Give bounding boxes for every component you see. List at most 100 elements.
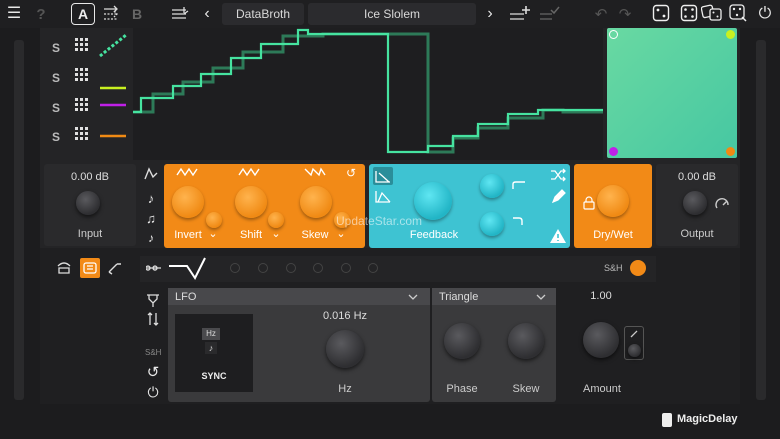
invert-knob[interactable]: [172, 186, 204, 218]
mod-source-envelope-icon[interactable]: [56, 260, 72, 276]
preset-a-button[interactable]: A: [71, 3, 95, 25]
feedback-label: Feedback: [409, 229, 459, 241]
input-knob[interactable]: [76, 191, 100, 215]
invert-label: Invert: [174, 229, 202, 241]
prev-preset-button[interactable]: ‹: [201, 6, 213, 22]
phase-knob[interactable]: [444, 323, 480, 359]
mod-slot-6[interactable]: [341, 263, 351, 273]
preset-options-icon[interactable]: [170, 5, 192, 23]
mod-slot-1-shape[interactable]: [168, 257, 222, 281]
lfo-rate-knob[interactable]: [326, 330, 364, 368]
note-mode-badge[interactable]: ♪: [205, 342, 217, 354]
shift-dropdown[interactable]: ⌄: [270, 227, 282, 240]
xy-pad[interactable]: [607, 28, 737, 158]
lane-grid-icons[interactable]: [74, 37, 90, 155]
redo-icon[interactable]: ↷: [618, 6, 632, 22]
lane-solo-1[interactable]: S: [52, 41, 60, 55]
drywet-label: Dry/Wet: [593, 229, 633, 241]
mod-target-icon[interactable]: [145, 292, 161, 308]
drywet-knob[interactable]: [597, 185, 629, 217]
warning-icon[interactable]: [549, 228, 567, 244]
dice-icon[interactable]: [680, 4, 698, 22]
lfo-source-label: LFO: [175, 290, 197, 303]
menu-icon[interactable]: ☰: [6, 6, 22, 22]
invert-mod-knob[interactable]: [206, 212, 222, 228]
lock-icon[interactable]: [582, 196, 596, 210]
lfo-skew-knob[interactable]: [508, 323, 544, 359]
mod-reset-icon[interactable]: ↺: [145, 364, 161, 380]
xy-corner-bottom-left[interactable]: [609, 147, 618, 156]
mod-direction-icon[interactable]: [146, 311, 160, 327]
lowcut-knob[interactable]: [480, 212, 504, 236]
delay-taps-graph[interactable]: [133, 28, 603, 160]
pen-icon[interactable]: [550, 189, 566, 205]
lfo-rate-value: 0.016 Hz: [322, 310, 368, 322]
shuffle-icon[interactable]: [550, 167, 566, 183]
xy-corner-bottom-right[interactable]: [726, 147, 735, 156]
mod-slot-3[interactable]: [258, 263, 268, 273]
filter-highpass-button[interactable]: [373, 187, 393, 205]
amount-polarity-switch[interactable]: [624, 326, 644, 360]
mod-slot-4[interactable]: [286, 263, 296, 273]
lane-solo-2[interactable]: S: [52, 71, 60, 85]
preset-bank[interactable]: DataBroth: [222, 3, 304, 25]
envelope-icon[interactable]: [143, 166, 159, 182]
wave-shift-icon: [238, 167, 260, 177]
lfo-shape-label: Triangle: [439, 290, 479, 303]
power-icon[interactable]: ⏻: [757, 5, 773, 23]
shift-mod-knob[interactable]: [268, 212, 284, 228]
lfo-source-dropdown[interactable]: LFO: [168, 288, 430, 305]
shift-label: Shift: [239, 229, 262, 241]
brand-logo: [662, 413, 672, 427]
reset-shape-icon[interactable]: ↺: [345, 167, 357, 179]
mod-slot-2[interactable]: [230, 263, 240, 273]
highcut-knob[interactable]: [480, 174, 504, 198]
mod-slot-5[interactable]: [313, 263, 323, 273]
lowcut-curve-icon: [513, 217, 523, 225]
preset-name[interactable]: Ice Slolem: [308, 3, 476, 25]
lane-solo-3[interactable]: S: [52, 101, 60, 115]
next-preset-button[interactable]: ›: [484, 6, 496, 22]
undo-icon[interactable]: ↶: [594, 6, 608, 22]
preset-b-button[interactable]: B: [132, 6, 142, 22]
copy-ab-icon[interactable]: [102, 5, 124, 23]
shape-dropdown-chevron-icon: [536, 294, 546, 300]
amount-polarity-knob[interactable]: [628, 344, 641, 357]
dice-pair-icon[interactable]: [701, 3, 723, 23]
mod-power-icon[interactable]: ⏻: [145, 384, 161, 400]
output-knob[interactable]: [683, 191, 707, 215]
highcut-curve-icon: [512, 181, 525, 189]
xy-corner-top-right[interactable]: [726, 30, 735, 39]
input-value: 0.00 dB: [71, 171, 109, 183]
mod-source-lfo-button[interactable]: [80, 258, 100, 278]
mod-route-icon[interactable]: [146, 262, 162, 274]
mod-source-pitch-icon[interactable]: [106, 260, 124, 276]
input-label: Input: [77, 228, 103, 240]
hz-mode-badge[interactable]: Hz: [202, 328, 220, 340]
help-icon[interactable]: ?: [34, 6, 48, 22]
filter-lowpass-button[interactable]: [373, 167, 393, 185]
note-slur-icon[interactable]: ♪: [143, 231, 159, 245]
lane-list: S S S S: [48, 34, 132, 156]
amount-knob[interactable]: [583, 322, 619, 358]
lane-solo-4[interactable]: S: [52, 130, 60, 144]
shift-knob[interactable]: [235, 186, 267, 218]
lfo-skew-label: Skew: [512, 383, 540, 395]
sh-toggle-label: S&H: [604, 263, 623, 273]
limiter-icon[interactable]: [714, 196, 732, 212]
invert-dropdown[interactable]: ⌄: [207, 227, 219, 240]
notes-icon[interactable]: ♫: [143, 211, 159, 225]
xy-corner-top-left[interactable]: [609, 30, 618, 39]
sh-toggle[interactable]: [630, 260, 646, 276]
wave-invert-icon: [176, 167, 198, 177]
randomize-icon[interactable]: [652, 4, 670, 22]
add-preset-icon[interactable]: [508, 4, 532, 24]
skew-dropdown[interactable]: ⌄: [335, 227, 347, 240]
sync-label: SYNC: [201, 371, 227, 381]
mod-slot-7[interactable]: [368, 263, 378, 273]
note-icon[interactable]: ♪: [143, 191, 159, 205]
skew-knob[interactable]: [300, 186, 332, 218]
randomize-settings-icon[interactable]: [728, 3, 748, 23]
lfo-dropdown-chevron-icon: [408, 294, 418, 300]
save-preset-icon[interactable]: [538, 4, 560, 24]
